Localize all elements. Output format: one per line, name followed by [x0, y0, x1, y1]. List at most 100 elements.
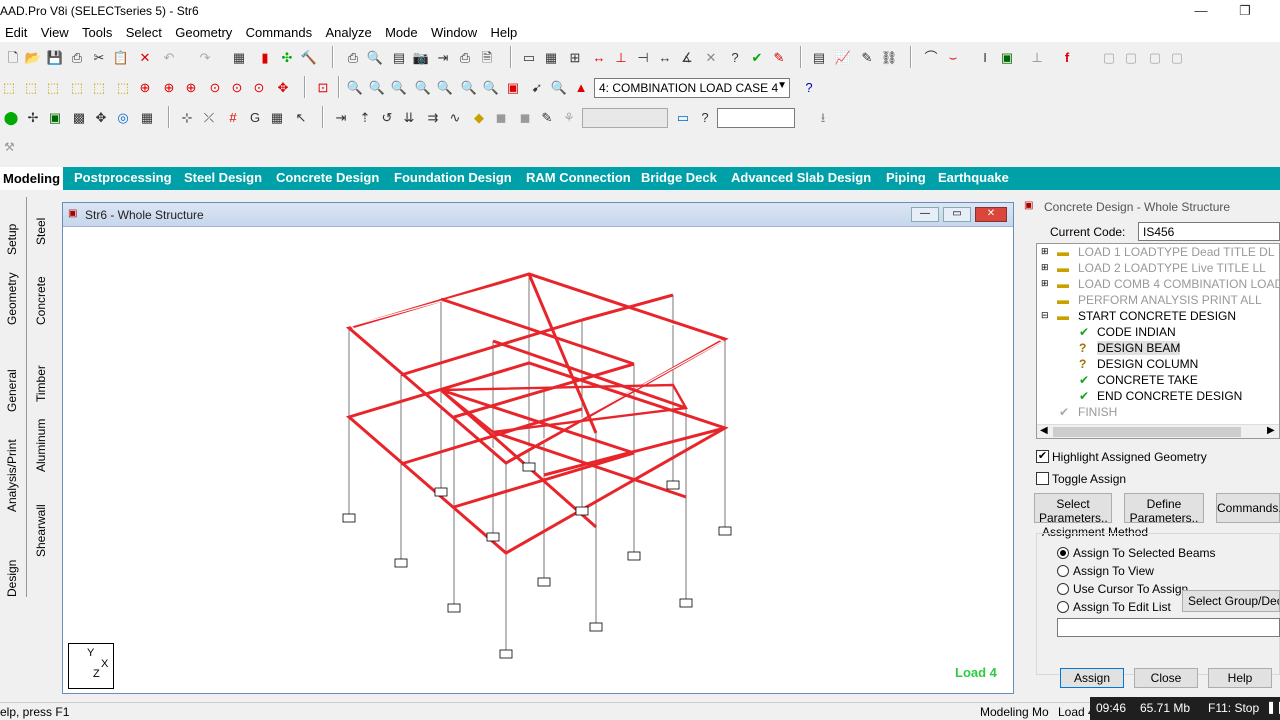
- brush-icon[interactable]: ✎: [538, 109, 556, 127]
- hammer-icon[interactable]: 🔨: [300, 49, 318, 67]
- scroll-right-icon[interactable]: ▶: [1267, 425, 1275, 436]
- menu-mode[interactable]: Mode: [380, 22, 423, 40]
- menu-analyze[interactable]: Analyze: [320, 22, 376, 40]
- select-solids-icon[interactable]: ▩: [70, 109, 88, 127]
- cross-icon[interactable]: ✕: [702, 49, 720, 67]
- select-parameters-button[interactable]: Select Parameters..: [1034, 493, 1112, 525]
- rotate-x-icon[interactable]: ⊕: [136, 79, 154, 97]
- structure-viewport[interactable]: ▣ Str6 - Whole Structure — ▭ ✕ Y X Z Loa…: [62, 202, 1014, 694]
- new-file-icon[interactable]: 🗋: [4, 49, 22, 67]
- radio-selected-beams[interactable]: [1057, 547, 1069, 559]
- minimize-button[interactable]: —: [1178, 0, 1224, 22]
- plate-cursor-icon[interactable]: #: [224, 109, 242, 127]
- side-tab-general[interactable]: General: [5, 369, 19, 412]
- nodes-icon[interactable]: ✣: [278, 49, 296, 67]
- tab-concrete-design[interactable]: Concrete Design: [276, 170, 379, 185]
- h-scrollbar[interactable]: ◀ ▶: [1037, 424, 1279, 438]
- pause-icon[interactable]: ❚❚: [1266, 700, 1280, 714]
- zoom-out-icon[interactable]: 🔍: [414, 79, 432, 97]
- area-load-icon[interactable]: ⇉: [424, 109, 442, 127]
- edit-list-input[interactable]: [1057, 618, 1280, 637]
- grid-cursor-icon[interactable]: ▦: [268, 109, 286, 127]
- dimension-icon[interactable]: ↔: [590, 49, 608, 67]
- tab-piping[interactable]: Piping: [886, 170, 926, 185]
- grid-icon[interactable]: ▦: [230, 49, 248, 67]
- tool-strip-icon[interactable]: ⚒: [4, 140, 22, 158]
- side-tab-analysis-print[interactable]: Analysis/Print: [5, 439, 19, 512]
- down-arrow-icon[interactable]: ⭳: [814, 109, 832, 127]
- zoom-prev-icon[interactable]: 🔍: [436, 79, 454, 97]
- collapse-icon[interactable]: ⊟: [1041, 310, 1049, 321]
- load-case-combo[interactable]: 4: COMBINATION LOAD CASE 4 ▼: [594, 78, 790, 98]
- vp-minimize-button[interactable]: —: [911, 207, 939, 222]
- side-tab-geometry[interactable]: Geometry: [5, 272, 19, 325]
- tab-foundation-design[interactable]: Foundation Design: [394, 170, 512, 185]
- tab-bridge-deck[interactable]: Bridge Deck: [641, 170, 717, 185]
- tree-item[interactable]: PERFORM ANALYSIS PRINT ALL: [1078, 293, 1262, 307]
- menu-window[interactable]: Window: [426, 22, 482, 40]
- zoom-in-icon[interactable]: 🔍: [390, 79, 408, 97]
- menu-view[interactable]: View: [36, 22, 74, 40]
- command-tree[interactable]: ⊞ ▬ LOAD 1 LOADTYPE Dead TITLE DL ⊞ ▬ LO…: [1036, 243, 1280, 439]
- tree-item[interactable]: CONCRETE TAKE: [1097, 373, 1198, 387]
- tree-item[interactable]: LOAD 2 LOADTYPE Live TITLE LL: [1078, 261, 1266, 275]
- zoom-extents-icon[interactable]: 🔍: [482, 79, 500, 97]
- zoom-doc-icon[interactable]: 🔍: [366, 49, 384, 67]
- calculator-icon[interactable]: ▮: [256, 49, 274, 67]
- tree-item[interactable]: LOAD 1 LOADTYPE Dead TITLE DL: [1078, 245, 1275, 259]
- spin-y-icon[interactable]: ⊙: [228, 79, 246, 97]
- spin-z-icon[interactable]: ⊙: [250, 79, 268, 97]
- tab-ram-connection[interactable]: RAM Connection: [526, 170, 631, 185]
- tree-item[interactable]: START CONCRETE DESIGN: [1078, 309, 1236, 323]
- rotate-z-icon[interactable]: ⊕: [182, 79, 200, 97]
- tab-earthquake[interactable]: Earthquake: [938, 170, 1009, 185]
- distributed-load-icon[interactable]: ⇊: [400, 109, 418, 127]
- span-icon[interactable]: ↔: [656, 49, 674, 67]
- scroll-left-icon[interactable]: ◀: [1040, 425, 1048, 436]
- beam-cursor-icon[interactable]: ⤫: [200, 109, 218, 127]
- help-icon[interactable]: ?: [800, 79, 818, 97]
- assign-button[interactable]: Assign: [1060, 668, 1124, 688]
- cut-icon[interactable]: ✂: [90, 49, 108, 67]
- view-iso-icon[interactable]: ⬚: [0, 79, 18, 97]
- zoom-all-icon[interactable]: 🔍: [460, 79, 478, 97]
- window-icon[interactable]: ▭: [520, 49, 538, 67]
- monitor-icon[interactable]: ▭: [674, 109, 692, 127]
- help-button[interactable]: Help: [1208, 668, 1272, 688]
- vp-close-button[interactable]: ✕: [975, 207, 1007, 222]
- rotate-y-icon[interactable]: ⊕: [160, 79, 178, 97]
- open-grey-icon[interactable]: ▢: [1122, 49, 1140, 67]
- select-plates-icon[interactable]: ▣: [46, 109, 64, 127]
- f-logo-icon[interactable]: f: [1058, 49, 1076, 67]
- support-icon[interactable]: ⊥: [1028, 49, 1046, 67]
- pointer-icon[interactable]: ↖: [292, 109, 310, 127]
- link-icon[interactable]: ⛓: [880, 49, 898, 67]
- pan-icon[interactable]: ✥: [274, 79, 292, 97]
- g-cursor-icon[interactable]: G: [246, 109, 264, 127]
- vp-maximize-button[interactable]: ▭: [943, 207, 971, 222]
- view-left-icon[interactable]: ⬚: [68, 79, 86, 97]
- radio-edit-list[interactable]: [1057, 601, 1069, 613]
- calculator-green-icon[interactable]: ▣: [998, 49, 1016, 67]
- view-back-icon[interactable]: ⬚: [44, 79, 62, 97]
- zoom-dynamic-icon[interactable]: 🔍: [368, 79, 386, 97]
- side-tab-steel[interactable]: Steel: [34, 218, 48, 245]
- tree-item-selected[interactable]: DESIGN BEAM: [1097, 341, 1181, 355]
- zoom-window-icon[interactable]: 🔍: [346, 79, 364, 97]
- report-icon[interactable]: ▤: [390, 49, 408, 67]
- check-icon[interactable]: ✔: [748, 49, 766, 67]
- expand-icon[interactable]: ⊞: [1041, 246, 1049, 257]
- steel-section-icon[interactable]: Ι: [976, 49, 994, 67]
- select-geometry-icon[interactable]: ✥: [92, 109, 110, 127]
- printer-icon[interactable]: ⎙: [456, 49, 474, 67]
- select-group-deck-button[interactable]: Select Group/Deck: [1182, 590, 1280, 612]
- redo-icon[interactable]: ↷: [196, 49, 214, 67]
- globe-icon[interactable]: ◎: [114, 109, 132, 127]
- view-front-icon[interactable]: ⬚: [22, 79, 40, 97]
- menu-select[interactable]: Select: [121, 22, 167, 40]
- scroll-thumb[interactable]: [1053, 427, 1241, 437]
- load-icon[interactable]: ⇥: [332, 109, 350, 127]
- bridge-icon[interactable]: ⌣: [944, 49, 962, 67]
- define-parameters-button[interactable]: Define Parameters..: [1124, 493, 1204, 525]
- tab-postprocessing[interactable]: Postprocessing: [74, 170, 172, 185]
